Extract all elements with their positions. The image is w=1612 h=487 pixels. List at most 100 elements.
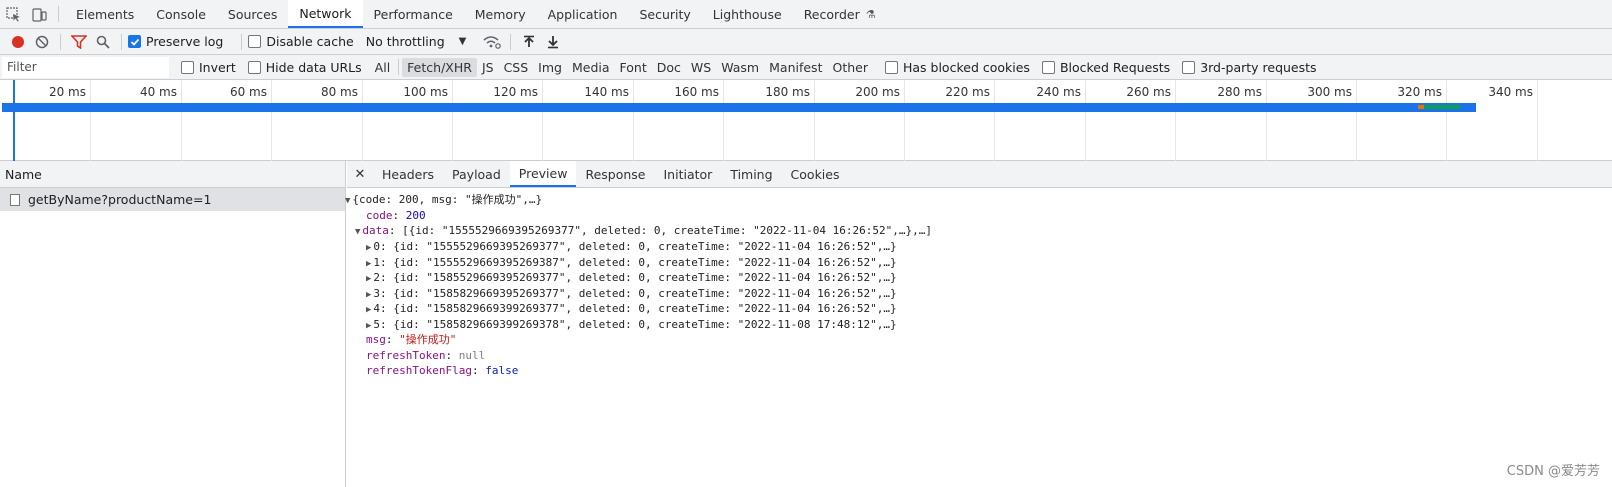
- tab-security[interactable]: Security: [628, 0, 701, 28]
- timeline-tick-label: 140 ms: [584, 85, 629, 99]
- request-detail-panel: ✕ Headers Payload Preview Response Initiator…: [345, 161, 1612, 487]
- detail-tab-initiator[interactable]: Initiator: [655, 161, 722, 187]
- hide-data-urls-checkbox[interactable]: Hide data URLs: [247, 60, 362, 75]
- timeline-tick-label: 40 ms: [139, 85, 177, 99]
- checkbox-unchecked-icon: [1041, 60, 1055, 74]
- clear-icon[interactable]: [30, 31, 54, 53]
- timeline-tick-label: 260 ms: [1126, 85, 1171, 99]
- timeline-tick-label: 320 ms: [1397, 85, 1442, 99]
- request-timing-bar[interactable]: [2, 103, 1476, 112]
- timeline-gridline: [633, 80, 634, 161]
- timeline-gridline: [904, 80, 905, 161]
- tab-sources[interactable]: Sources: [217, 0, 288, 28]
- chevron-down-icon: ▼: [458, 36, 467, 47]
- blocked-requests-checkbox[interactable]: Blocked Requests: [1041, 60, 1170, 75]
- type-filter-doc[interactable]: Doc: [652, 58, 686, 77]
- record-icon[interactable]: [6, 31, 30, 53]
- json-string-value: "操作成功": [399, 333, 457, 346]
- inspect-element-icon[interactable]: [0, 0, 26, 28]
- devtools-tab-bar: Elements Console Sources Network Performance…: [0, 0, 1612, 29]
- type-filter-fetch-xhr[interactable]: Fetch/XHR: [402, 57, 477, 77]
- checkbox-unchecked-icon: [248, 35, 262, 48]
- type-filter-css[interactable]: CSS: [499, 58, 534, 77]
- search-icon[interactable]: [91, 31, 115, 53]
- json-number-value: 200: [405, 209, 426, 222]
- type-filter-other[interactable]: Other: [827, 58, 873, 77]
- detail-tab-payload[interactable]: Payload: [443, 161, 510, 187]
- resource-type-filters: All Fetch/XHR JS CSS Img Media Font Doc WS Wasm Ma…: [370, 57, 873, 77]
- third-party-requests-label: 3rd-party requests: [1200, 59, 1317, 75]
- tab-label: Elements: [76, 6, 135, 22]
- detail-tab-cookies[interactable]: Cookies: [782, 161, 849, 187]
- request-name: getByName?productName=1: [28, 192, 212, 207]
- tab-recorder[interactable]: Recorder ⚗: [793, 0, 887, 28]
- timeline-tick-label: 280 ms: [1217, 85, 1262, 99]
- import-har-icon[interactable]: [517, 31, 541, 53]
- tab-application[interactable]: Application: [537, 0, 629, 28]
- disable-cache-checkbox[interactable]: Disable cache: [248, 34, 354, 49]
- triangle-expanded-icon: ▼: [355, 227, 361, 237]
- json-refresh-token-line: refreshToken: null: [366, 349, 486, 362]
- tab-console[interactable]: Console: [145, 0, 217, 28]
- network-toolbar: Preserve log Disable cache No throttling…: [0, 29, 1612, 55]
- has-blocked-cookies-checkbox[interactable]: Has blocked cookies: [884, 60, 1030, 75]
- json-data-summary: [{id: "1555529669395269377", deleted: 0,…: [402, 224, 932, 237]
- detail-tab-preview[interactable]: Preview: [509, 161, 577, 187]
- toolbar-divider: [241, 33, 243, 50]
- filter-bar: Filter Invert Hide data URLs All Fetch/XH…: [0, 55, 1612, 80]
- type-filter-font[interactable]: Font: [615, 58, 652, 77]
- request-list: getByName?productName=1: [0, 188, 345, 211]
- type-filter-media[interactable]: Media: [567, 58, 615, 77]
- filter-icon[interactable]: [67, 31, 91, 53]
- name-column-header[interactable]: Name: [0, 161, 345, 188]
- timeline-gridline: [1446, 80, 1447, 161]
- tab-bar-divider: [58, 6, 59, 22]
- network-conditions-icon[interactable]: [480, 31, 504, 53]
- json-item-summary: 0: {id: "1555529669395269377", deleted: …: [373, 240, 897, 253]
- timeline-tick-label: 80 ms: [320, 85, 358, 99]
- type-filter-img[interactable]: Img: [533, 58, 567, 77]
- tab-label: Console: [156, 6, 206, 22]
- invert-checkbox[interactable]: Invert: [181, 60, 236, 75]
- json-code-line: code: 200: [366, 209, 426, 222]
- throttling-select[interactable]: No throttling ▼: [366, 34, 467, 49]
- json-msg-line: msg: "操作成功": [366, 333, 457, 346]
- timeline-tick-label: 200 ms: [855, 85, 900, 99]
- checkbox-unchecked-icon: [884, 60, 898, 74]
- device-toolbar-icon[interactable]: [26, 0, 52, 28]
- tab-label: Sources: [227, 6, 278, 22]
- export-har-icon[interactable]: [541, 31, 565, 53]
- detail-tab-bar: ✕ Headers Payload Preview Response Initiator…: [347, 161, 1612, 188]
- tab-performance[interactable]: Performance: [363, 0, 464, 28]
- timeline-cursor-line[interactable]: [13, 80, 15, 161]
- third-party-requests-checkbox[interactable]: 3rd-party requests: [1182, 59, 1317, 75]
- timeline-gridline: [994, 80, 995, 161]
- timeline-tick-label: 300 ms: [1307, 85, 1352, 99]
- preserve-log-checkbox[interactable]: Preserve log: [128, 34, 223, 49]
- type-filter-all[interactable]: All: [370, 58, 396, 77]
- request-row[interactable]: getByName?productName=1: [0, 188, 345, 211]
- detail-tab-response[interactable]: Response: [576, 161, 654, 187]
- network-overview-timeline[interactable]: 20 ms 40 ms 60 ms 80 ms 100 ms 120 ms 140 ms 16…: [0, 80, 1612, 161]
- triangle-collapsed-icon: ▶: [366, 321, 372, 331]
- close-icon[interactable]: ✕: [347, 161, 373, 187]
- detail-tab-timing[interactable]: Timing: [721, 161, 781, 187]
- tab-network[interactable]: Network: [288, 0, 363, 28]
- toolbar-divider: [121, 33, 122, 50]
- json-root-line[interactable]: ▼ {code: 200, msg: "操作成功",…}: [345, 192, 542, 210]
- tab-lighthouse[interactable]: Lighthouse: [702, 0, 793, 28]
- tab-label: Application: [547, 6, 618, 22]
- json-data-line[interactable]: ▼ data: [{id: "1555529669395269377", dele…: [355, 223, 932, 241]
- detail-tab-headers[interactable]: Headers: [373, 161, 443, 187]
- json-null-value: null: [458, 349, 486, 362]
- type-filter-ws[interactable]: WS: [686, 58, 716, 77]
- tab-memory[interactable]: Memory: [464, 0, 537, 28]
- json-key: code: [366, 209, 393, 222]
- tab-elements[interactable]: Elements: [65, 0, 145, 28]
- type-filter-js[interactable]: JS: [477, 58, 499, 77]
- panel-tabs: Elements Console Sources Network Performance…: [65, 0, 887, 28]
- type-filter-manifest[interactable]: Manifest: [764, 58, 827, 77]
- filter-input[interactable]: Filter: [2, 56, 169, 78]
- type-filter-wasm[interactable]: Wasm: [716, 58, 764, 77]
- json-key: data: [362, 224, 389, 237]
